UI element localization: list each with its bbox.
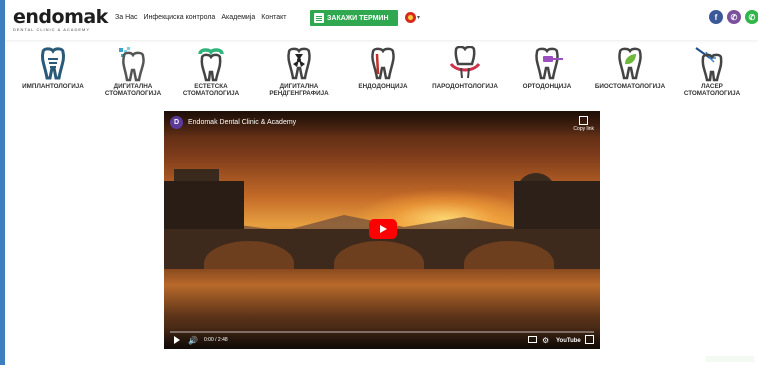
xray-tooth-icon — [287, 47, 311, 80]
nav-infection-control[interactable]: Инфекциска контрола — [144, 14, 216, 21]
service-label: ЕСТЕТСКА СТОМАТОЛОГИЈА — [182, 83, 240, 97]
video-time: 0:00 / 2:48 — [204, 337, 228, 343]
laser-tooth-icon — [695, 47, 723, 82]
digital-tooth-icon — [119, 47, 145, 82]
orthodontics-tooth-icon — [535, 47, 563, 80]
fullscreen-icon[interactable] — [585, 335, 594, 344]
channel-avatar[interactable]: D — [170, 116, 183, 129]
implant-tooth-icon — [41, 47, 65, 80]
footer-badge — [706, 356, 754, 362]
service-label: ДИГИТАЛНА РЕНДГЕНГРАФИЈА — [269, 83, 329, 97]
service-orthodontics[interactable]: ОРТОДОНЦИЈА — [507, 46, 587, 90]
nav-academy[interactable]: Академија — [221, 14, 255, 21]
service-label: ЕНДОДОНЦИЈА — [358, 83, 408, 90]
subtitles-icon[interactable] — [528, 336, 537, 343]
calendar-icon — [314, 13, 324, 23]
logo-wordmark: endomak — [13, 6, 108, 28]
service-aesthetic-dentistry[interactable]: ЕСТЕТСКА СТОМАТОЛОГИЈА — [171, 46, 251, 97]
service-label: ЛАСЕР СТОМАТОЛОГИЈА — [683, 83, 741, 97]
language-switcher[interactable]: ▾ — [405, 12, 420, 23]
aesthetic-tooth-icon — [198, 48, 224, 82]
copy-link-label: Copy link — [573, 126, 594, 132]
nav-about[interactable]: За Нас — [115, 14, 138, 21]
youtube-logo[interactable]: YouTube — [556, 338, 581, 344]
service-implantology[interactable]: ИМПЛАНТОЛОГИЈА — [13, 46, 93, 90]
whatsapp-icon[interactable]: ✆ — [745, 10, 758, 24]
video-progress-bar[interactable] — [170, 331, 594, 333]
gear-icon[interactable]: ⚙ — [542, 336, 549, 345]
service-label: БИОСТОМАТОЛОГИЈА — [594, 83, 666, 90]
video-player[interactable]: D Endomak Dental Clinic & Academy Copy l… — [164, 111, 600, 349]
book-appointment-button[interactable]: ЗАКАЖИ ТЕРМИН — [310, 10, 398, 26]
copy-icon — [579, 116, 589, 125]
endodontics-tooth-icon — [371, 47, 395, 80]
site-header: endomak DENTAL CLINIC & ACADEMY За Нас И… — [5, 0, 758, 40]
facebook-icon[interactable]: f — [709, 10, 723, 24]
volume-icon[interactable]: 🔊 — [188, 336, 198, 345]
main-nav: За Нас Инфекциска контрола Академија Кон… — [115, 14, 286, 21]
video-title[interactable]: Endomak Dental Clinic & Academy — [188, 119, 296, 126]
service-periodontics[interactable]: ПАРОДОНТОЛОГИЈА — [425, 46, 505, 90]
periodontics-tooth-icon — [449, 46, 481, 79]
book-appointment-label: ЗАКАЖИ ТЕРМИН — [327, 14, 389, 22]
service-label: ДИГИТАЛНА СТОМАТОЛОГИЈА — [104, 83, 162, 97]
service-endodontics[interactable]: ЕНДОДОНЦИЈА — [343, 46, 423, 90]
bio-tooth-icon — [618, 47, 642, 80]
play-icon[interactable] — [174, 336, 180, 344]
viber-icon[interactable]: ✆ — [727, 10, 741, 24]
service-label: ИМПЛАНТОЛОГИЈА — [22, 83, 84, 90]
left-accent-strip — [0, 0, 5, 365]
youtube-play-button[interactable] — [369, 219, 397, 239]
macedonian-flag-icon — [405, 12, 416, 23]
service-label: ОРТОДОНЦИЈА — [522, 83, 572, 90]
chevron-down-icon: ▾ — [417, 15, 421, 21]
nav-contact[interactable]: Контакт — [261, 14, 286, 21]
service-biodentistry[interactable]: БИОСТОМАТОЛОГИЈА — [590, 46, 670, 90]
logo[interactable]: endomak DENTAL CLINIC & ACADEMY — [13, 7, 108, 32]
service-digital-radiography[interactable]: ДИГИТАЛНА РЕНДГЕНГРАФИЈА — [259, 46, 339, 97]
service-label: ПАРОДОНТОЛОГИЈА — [432, 83, 498, 90]
copy-link-button[interactable]: Copy link — [573, 116, 594, 132]
service-laser-dentistry[interactable]: ЛАСЕР СТОМАТОЛОГИЈА — [672, 46, 752, 97]
service-digital-dentistry[interactable]: ДИГИТАЛНА СТОМАТОЛОГИЈА — [93, 46, 173, 97]
